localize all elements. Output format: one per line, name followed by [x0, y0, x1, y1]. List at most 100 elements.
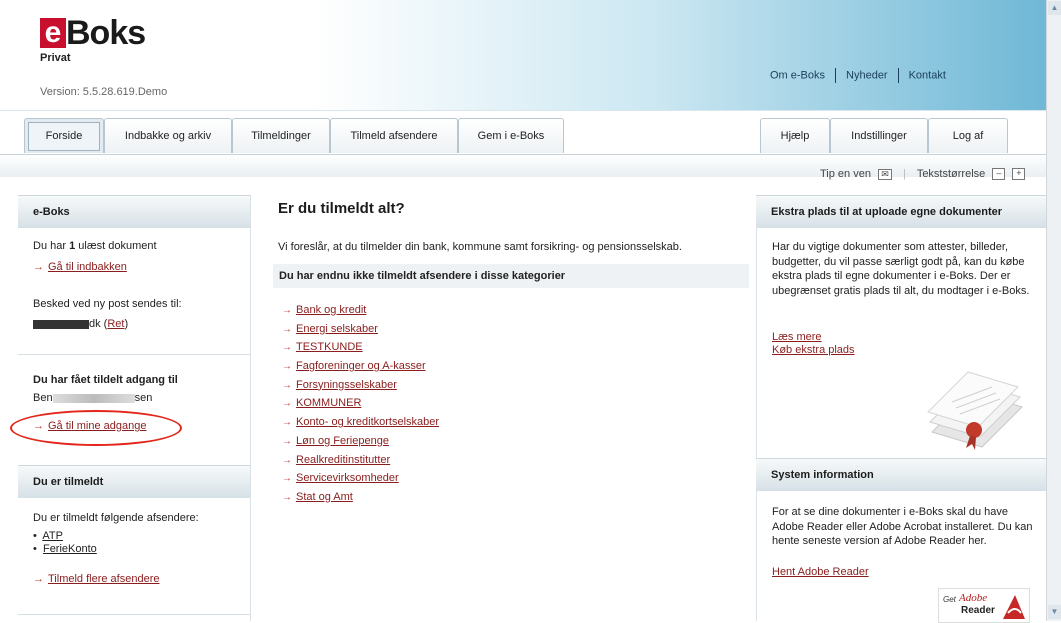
adobe-reader-icon: [1003, 595, 1025, 619]
tab-tilmeld-afsendere[interactable]: Tilmeld afsendere: [330, 118, 458, 153]
version-label: Version: 5.5.28.619.Demo: [40, 86, 168, 98]
arrow-right-icon: →: [282, 323, 292, 335]
logo-subtitle: Privat: [40, 52, 71, 64]
text-size-increase-button[interactable]: +: [1012, 168, 1026, 181]
sender-link-atp[interactable]: ATP: [42, 530, 63, 542]
sender-item: • FerieKonto: [33, 543, 97, 555]
category-link[interactable]: Forsyningsselskaber: [296, 379, 397, 391]
divider: [18, 354, 250, 355]
arrow-right-icon: →: [33, 573, 44, 585]
arrow-right-icon: →: [282, 491, 292, 503]
category-link[interactable]: Servicevirksomheder: [296, 472, 399, 484]
system-text: For at se dine dokumenter i e-Boks skal …: [772, 506, 1033, 547]
upload-text: Har du vigtige dokumenter som attester, …: [772, 241, 1030, 297]
eboks-box-header: e-Boks: [18, 195, 250, 228]
access-name: Ben sen: [33, 392, 153, 404]
certificate-icon: [927, 371, 1023, 450]
list-item: → Forsyningsselskaber: [282, 379, 439, 398]
arrow-right-icon: →: [282, 379, 292, 391]
intro-text: Vi foreslår, at du tilmelder din bank, k…: [278, 241, 682, 253]
scroll-up-icon[interactable]: ▲: [1048, 1, 1061, 15]
list-item: → Bank og kredit: [282, 304, 439, 323]
notice-text: Besked ved ny post sendes til:: [33, 298, 182, 310]
highlight-ellipse: [10, 410, 182, 446]
notice-email: dk (Ret): [33, 318, 128, 330]
system-box-header: System information: [756, 458, 1046, 491]
tip-en-ven-link[interactable]: Tip en ven: [820, 168, 871, 180]
get-reader: Hent Adobe Reader: [772, 565, 1034, 580]
subscribe-more-link[interactable]: Tilmeld flere afsendere: [48, 573, 159, 585]
buy-space-link[interactable]: Køb ekstra plads: [772, 344, 855, 356]
category-link[interactable]: Realkreditinstitutter: [296, 454, 390, 466]
redacted-email: [33, 319, 89, 329]
category-link[interactable]: Stat og Amt: [296, 491, 353, 503]
goto-inbox-link[interactable]: Gå til indbakken: [48, 261, 127, 273]
list-item: → Stat og Amt: [282, 491, 439, 510]
read-more-link[interactable]: Læs mere: [772, 331, 822, 343]
scroll-down-icon[interactable]: ▼: [1048, 605, 1061, 619]
link-kontakt[interactable]: Kontakt: [909, 69, 946, 81]
category-link[interactable]: Fagforeninger og A-kasser: [296, 360, 426, 372]
divider: [835, 68, 837, 83]
access-heading: Du har fået tildelt adgang til: [33, 374, 178, 386]
subscribe-more: → Tilmeld flere afsendere: [33, 573, 159, 585]
category-list: → Bank og kredit → Energi selskaber → TESTK…: [282, 304, 439, 510]
subscribed-box-header: Du er tilmeldt: [18, 465, 250, 498]
link-om-eboks[interactable]: Om e-Boks: [770, 69, 825, 81]
redacted-name: [52, 393, 135, 403]
category-link[interactable]: Bank og kredit: [296, 304, 366, 316]
envelope-icon[interactable]: ✉: [878, 168, 893, 180]
divider: [18, 614, 250, 615]
tab-indstillinger[interactable]: Indstillinger: [830, 118, 928, 153]
category-link[interactable]: KOMMUNER: [296, 397, 361, 409]
list-item: → TESTKUNDE: [282, 341, 439, 360]
text-size-label: Tekststørrelse: [916, 168, 986, 180]
logo-text: Boks: [66, 14, 146, 52]
edit-email-link[interactable]: Ret: [107, 318, 124, 330]
arrow-right-icon: →: [282, 398, 292, 410]
list-item: → Servicevirksomheder: [282, 472, 439, 491]
subscribed-text: Du er tilmeldt følgende afsendere:: [33, 512, 199, 524]
arrow-right-icon: →: [282, 361, 292, 373]
logo-e-mark: e: [40, 18, 66, 48]
eboks-logo[interactable]: e Boks: [40, 16, 146, 50]
text-size-decrease-button[interactable]: –: [992, 168, 1006, 181]
sender-item: • ATP: [33, 530, 63, 542]
sender-link-feriekonto[interactable]: FerieKonto: [43, 543, 97, 555]
arrow-right-icon: →: [282, 454, 292, 466]
arrow-right-icon: →: [282, 417, 292, 429]
divider: [897, 68, 899, 83]
adobe-reader-badge[interactable]: Get Adobe Reader: [938, 588, 1030, 623]
vertical-scrollbar[interactable]: ▲ ▼: [1046, 0, 1061, 621]
page-title: Er du tilmeldt alt?: [278, 200, 405, 217]
list-item: → Realkreditinstitutter: [282, 454, 439, 473]
tab-gem-i-eboks[interactable]: Gem i e-Boks: [458, 118, 564, 153]
tab-log-af[interactable]: Log af: [928, 118, 1008, 153]
list-item: → Fagforeninger og A-kasser: [282, 360, 439, 379]
goto-inbox: → Gå til indbakken: [33, 261, 127, 273]
unread-status: Du har 1 ulæst dokument: [33, 240, 157, 252]
list-item: → Løn og Feriepenge: [282, 435, 439, 454]
link-nyheder[interactable]: Nyheder: [846, 69, 888, 81]
category-link[interactable]: TESTKUNDE: [296, 341, 363, 353]
list-item: → Energi selskaber: [282, 323, 439, 342]
top-links: Om e-Boks Nyheder Kontakt: [770, 68, 946, 83]
get-adobe-reader-link[interactable]: Hent Adobe Reader: [772, 566, 869, 578]
arrow-right-icon: →: [282, 473, 292, 485]
list-item: → Konto- og kreditkortselskaber: [282, 416, 439, 435]
list-item: → KOMMUNER: [282, 397, 439, 416]
tab-tilmeldinger[interactable]: Tilmeldinger: [232, 118, 330, 153]
left-sidebar: [18, 195, 251, 621]
category-link[interactable]: Energi selskaber: [296, 323, 378, 335]
category-link[interactable]: Konto- og kreditkortselskaber: [296, 416, 439, 428]
tab-hjaelp[interactable]: Hjælp: [760, 118, 830, 153]
utility-bar: Tip en ven ✉ | Tekststørrelse – +: [820, 168, 1026, 181]
upload-box-header: Ekstra plads til at uploade egne dokumen…: [756, 195, 1046, 228]
category-link[interactable]: Løn og Feriepenge: [296, 435, 389, 447]
categories-heading: Du har endnu ikke tilmeldt afsendere i d…: [273, 264, 749, 288]
tab-forside[interactable]: Forside: [24, 118, 104, 153]
tab-indbakke-og-arkiv[interactable]: Indbakke og arkiv: [104, 118, 232, 153]
arrow-right-icon: →: [33, 261, 44, 273]
arrow-right-icon: →: [282, 342, 292, 354]
arrow-right-icon: →: [282, 435, 292, 447]
